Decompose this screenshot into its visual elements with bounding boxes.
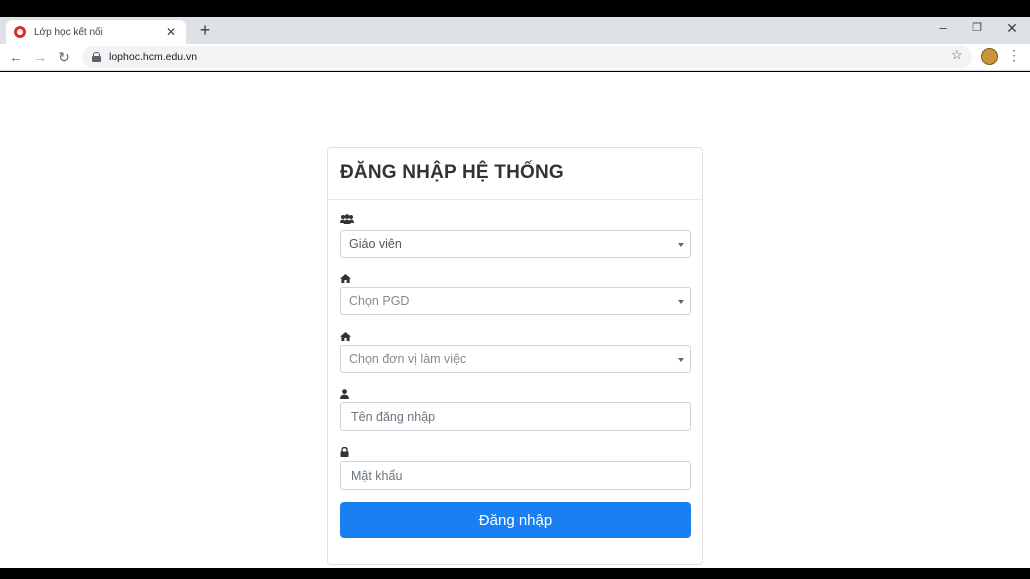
forward-arrow-icon[interactable]: → [30, 47, 50, 67]
new-tab-button[interactable]: + [195, 20, 215, 42]
browser-tab[interactable]: Lớp học kết nối ✕ [6, 20, 186, 44]
home-icon [340, 332, 351, 344]
user-icon [340, 389, 349, 402]
address-bar[interactable]: lophoc.hcm.edu.vn [82, 46, 972, 68]
back-arrow-icon[interactable]: ← [6, 47, 26, 67]
users-icon [340, 214, 354, 227]
bookmark-star-icon[interactable]: ☆ [951, 47, 963, 63]
browser-tabstrip: Lớp học kết nối ✕ + – ❐ ✕ [0, 17, 1030, 44]
work-unit-select[interactable]: Chọn đơn vị làm việc [340, 345, 691, 373]
reload-icon[interactable]: ↻ [54, 47, 74, 67]
restore-icon[interactable]: ❐ [960, 17, 994, 41]
page-content: ĐĂNG NHẬP HỆ THỐNG Giáo viên Chọn PGD Ch… [0, 72, 1030, 568]
home-icon [340, 274, 351, 286]
role-select[interactable]: Giáo viên [340, 230, 691, 258]
browser-toolbar: ← → ↻ lophoc.hcm.edu.vn ☆ ⋮ [0, 44, 1030, 71]
window-close-icon[interactable]: ✕ [995, 17, 1029, 41]
browser-menu-icon[interactable]: ⋮ [1007, 47, 1021, 64]
video-letterbox-bottom [0, 568, 1030, 579]
login-button[interactable]: Đăng nhập [340, 502, 691, 538]
url-text: lophoc.hcm.edu.vn [109, 51, 198, 63]
district-select[interactable]: Chọn PGD [340, 287, 691, 315]
lock-icon [340, 446, 349, 460]
password-field[interactable]: Mật khẩu [340, 461, 691, 490]
tab-title: Lớp học kết nối [34, 26, 103, 38]
login-card: ĐĂNG NHẬP HỆ THỐNG Giáo viên Chọn PGD Ch… [327, 147, 703, 565]
login-title: ĐĂNG NHẬP HỆ THỐNG [340, 162, 564, 183]
video-letterbox-top [0, 0, 1030, 17]
username-field[interactable]: Tên đăng nhập [340, 402, 691, 431]
close-tab-icon[interactable]: ✕ [164, 25, 178, 39]
site-favicon-icon [14, 26, 26, 38]
login-card-header: ĐĂNG NHẬP HỆ THỐNG [328, 148, 702, 200]
secure-lock-icon[interactable] [92, 52, 101, 62]
minimize-icon[interactable]: – [926, 17, 960, 41]
profile-avatar[interactable] [981, 48, 998, 65]
